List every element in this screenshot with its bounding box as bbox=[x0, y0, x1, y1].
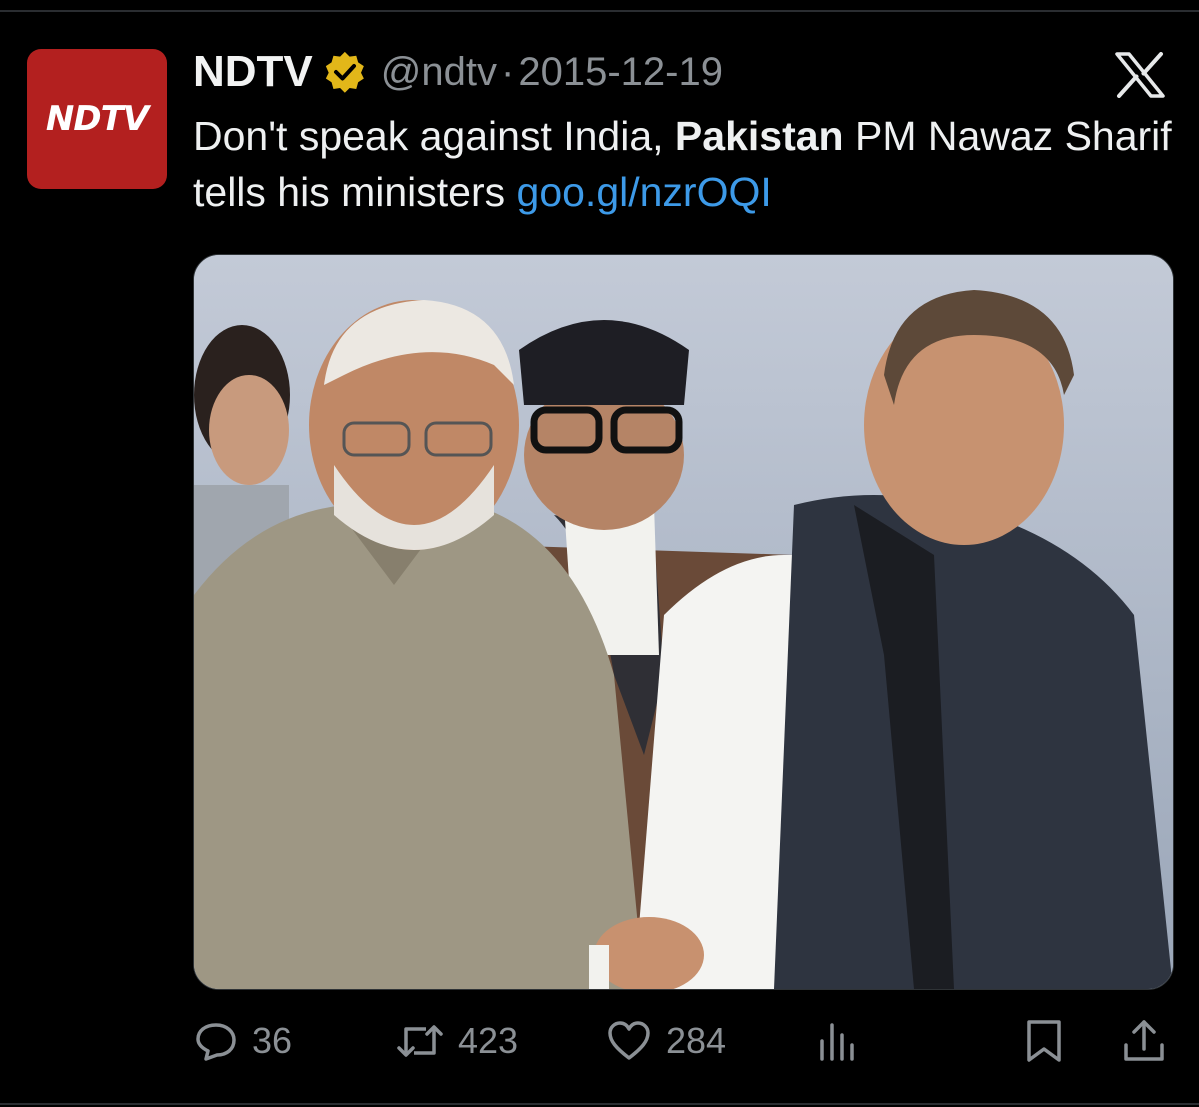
tweet-photo[interactable] bbox=[193, 254, 1174, 990]
tweet-text: Don't speak against India, Pakistan PM N… bbox=[193, 108, 1183, 220]
heart-icon bbox=[606, 1019, 652, 1063]
author-handle[interactable]: @ndtv bbox=[381, 50, 497, 95]
author-display-name[interactable]: NDTV bbox=[193, 47, 313, 97]
bookmark-icon bbox=[1024, 1018, 1064, 1064]
separator-dot: · bbox=[501, 49, 515, 94]
reply-icon bbox=[194, 1019, 238, 1063]
ndtv-logo: NDTV bbox=[45, 99, 149, 139]
reply-count: 36 bbox=[252, 1020, 293, 1061]
x-logo-icon bbox=[1114, 52, 1166, 98]
like-count: 284 bbox=[666, 1020, 727, 1061]
reply-button[interactable]: 36 bbox=[194, 1010, 292, 1072]
retweet-icon bbox=[396, 1019, 444, 1063]
tweet-link[interactable]: goo.gl/nzrOQI bbox=[517, 169, 772, 215]
bottom-divider bbox=[0, 1103, 1199, 1105]
views-button[interactable] bbox=[818, 1010, 862, 1072]
retweet-count: 423 bbox=[458, 1020, 519, 1061]
action-bar: 36 423 284 bbox=[0, 1010, 1199, 1072]
share-button[interactable] bbox=[1122, 1010, 1166, 1072]
tweet-header: NDTV @ndtv · 2015-12-19 bbox=[193, 44, 723, 100]
tweet-text-bold: Pakistan bbox=[674, 113, 844, 159]
retweet-button[interactable]: 423 bbox=[396, 1010, 518, 1072]
tweet-text-part1: Don't speak against India, bbox=[193, 113, 675, 159]
views-chart-icon bbox=[818, 1019, 862, 1063]
bookmark-button[interactable] bbox=[1024, 1010, 1064, 1072]
top-divider bbox=[0, 10, 1199, 12]
share-icon bbox=[1122, 1017, 1166, 1065]
avatar[interactable]: NDTV bbox=[27, 49, 167, 189]
tweet-timestamp[interactable]: 2015-12-19 bbox=[518, 50, 723, 95]
verified-badge-icon bbox=[323, 50, 367, 94]
like-button[interactable]: 284 bbox=[606, 1010, 726, 1072]
